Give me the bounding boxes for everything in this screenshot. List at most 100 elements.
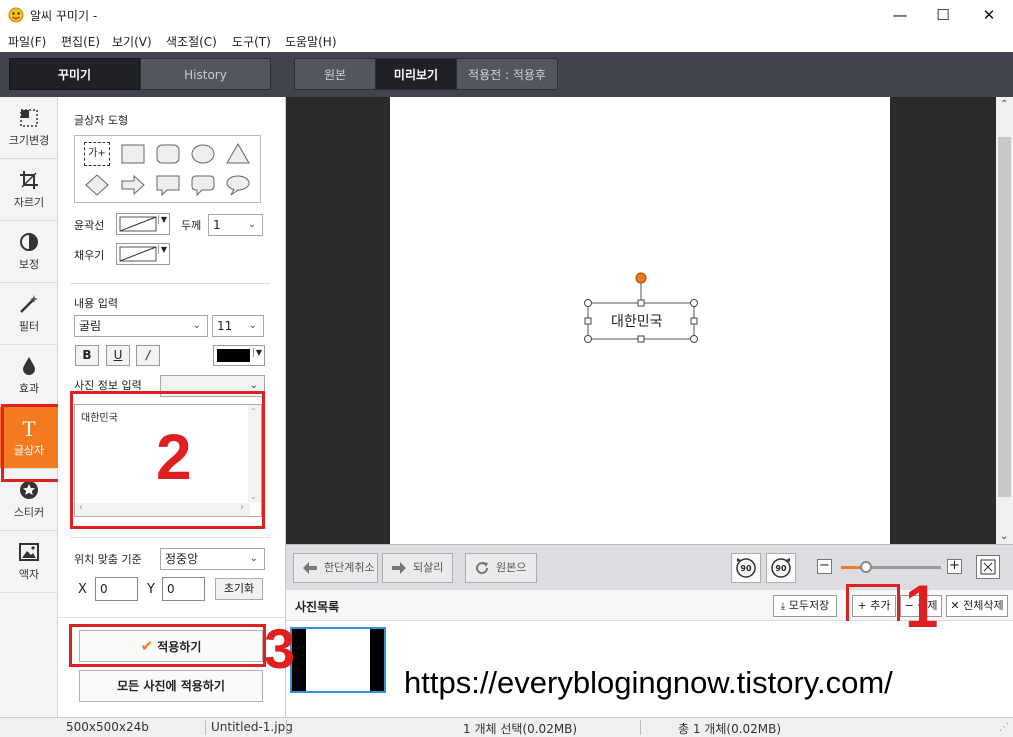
tab-decorate[interactable]: 꾸미기 — [9, 58, 140, 90]
filter-wand-icon — [20, 295, 38, 313]
tab-preview[interactable]: 미리보기 — [375, 58, 457, 90]
sidebar-item-resize[interactable]: 크기변경 — [0, 97, 58, 159]
scroll-up-icon[interactable]: ⌃ — [1000, 99, 1008, 110]
photo-list-header: 사진목록 ⤓ 모두저장 + 추가 − 삭제 ✕ 전체삭제 — [286, 590, 1013, 621]
sidebar-item-label: 자르기 — [13, 196, 45, 209]
sidebar-item-effect[interactable]: 효과 — [0, 345, 58, 407]
menu-color[interactable]: 색조절(C) — [166, 33, 217, 50]
sidebar-item-adjust[interactable]: 보정 — [0, 221, 58, 283]
shape-text-only[interactable]: 가+ — [84, 142, 110, 166]
divider — [70, 537, 270, 538]
menu-edit[interactable]: 편집(E) — [61, 33, 100, 50]
shape-rectangle-icon[interactable] — [120, 142, 146, 166]
fill-label: 채우기 — [74, 249, 105, 262]
redo-button[interactable]: 되살리기 — [382, 553, 453, 602]
align-select[interactable]: 정중앙 ⌄ — [160, 548, 265, 570]
shape-callout-rounded-icon[interactable] — [190, 173, 216, 197]
zoom-slider-handle[interactable] — [860, 561, 872, 573]
bold-button[interactable]: B — [75, 345, 99, 366]
sidebar-item-frame[interactable]: 액자 — [0, 531, 58, 593]
status-filename: Untitled-1.jpg — [211, 720, 293, 734]
x-position-input[interactable]: 0 — [95, 577, 138, 601]
left-tab-bar: 꾸미기 History — [0, 52, 286, 97]
rotate-left-button[interactable]: 90 — [731, 553, 761, 583]
delete-all-button[interactable]: ✕ 전체삭제 — [946, 595, 1008, 617]
shape-callout-oval-icon[interactable] — [225, 173, 251, 197]
shape-diamond-icon[interactable] — [84, 173, 110, 197]
italic-button[interactable]: / — [136, 345, 160, 366]
shape-arrow-icon[interactable] — [120, 173, 146, 197]
canvas-v-scrollbar[interactable]: ⌃ ⌄ — [996, 97, 1013, 544]
zoom-in-button[interactable]: + — [947, 559, 962, 574]
shape-callout-rect-icon[interactable] — [155, 173, 181, 197]
tab-before-after[interactable]: 적용전 : 적용후 — [456, 58, 558, 90]
fill-color-picker[interactable]: ▼ — [116, 243, 170, 265]
zoom-slider[interactable] — [841, 561, 941, 573]
divider — [70, 283, 270, 284]
underline-button[interactable]: U — [106, 345, 130, 366]
annotation-number-3: 3 — [264, 617, 296, 680]
svg-text:90: 90 — [740, 564, 752, 573]
sidebar-item-crop[interactable]: 자르기 — [0, 159, 58, 221]
sidebar-item-label: 크기변경 — [8, 134, 50, 147]
x-label: X — [78, 582, 87, 597]
shape-triangle-icon[interactable] — [225, 142, 251, 166]
sidebar-item-label: 효과 — [18, 382, 40, 395]
shape-ellipse-icon[interactable] — [190, 142, 216, 166]
minimize-button[interactable]: — — [885, 4, 915, 26]
image-canvas[interactable]: 대한민국 — [286, 97, 996, 544]
chevron-down-icon: ⌄ — [249, 553, 258, 564]
zoom-out-button[interactable]: − — [817, 559, 832, 574]
resize-icon — [20, 109, 38, 127]
crop-icon — [20, 171, 38, 189]
status-bar: 500x500x24b Untitled-1.jpg 1 개체 선택(0.02M… — [0, 717, 1013, 737]
photo-list: https://everyblogingnow.tistory.com/ — [286, 621, 1013, 717]
image-content: 대한민국 — [390, 97, 890, 544]
resize-grip-icon[interactable]: ⋰ — [999, 722, 1009, 733]
tab-history[interactable]: History — [140, 58, 271, 90]
text-color-picker[interactable]: ▼ — [213, 345, 265, 366]
fit-to-window-button[interactable] — [976, 555, 1000, 579]
canvas-text: 대한민국 — [611, 314, 663, 330]
window-title: 알씨 꾸미기 - — [30, 9, 98, 23]
divider — [205, 720, 206, 735]
thickness-select[interactable]: 1 ⌄ — [208, 214, 263, 236]
reset-position-button[interactable]: 초기화 — [215, 578, 263, 600]
text-color-swatch — [217, 349, 250, 362]
undo-button[interactable]: 한단계취소 — [293, 553, 378, 583]
annotation-number-1: 1 — [905, 573, 939, 640]
scroll-down-icon[interactable]: ⌄ — [1000, 531, 1008, 542]
font-select[interactable]: 굴림 ⌄ — [74, 315, 208, 337]
menu-tools[interactable]: 도구(T) — [232, 33, 271, 50]
title-bar: 알씨 꾸미기 - — ☐ ✕ — [0, 0, 1013, 30]
menu-file[interactable]: 파일(F) — [8, 33, 46, 50]
shape-rounded-rect-icon[interactable] — [155, 142, 181, 166]
sidebar-item-label: 스티커 — [13, 506, 45, 519]
close-button[interactable]: ✕ — [974, 4, 1004, 26]
dropdown-arrow-icon: ▼ — [252, 348, 262, 357]
y-position-input[interactable]: 0 — [162, 577, 205, 601]
adjust-icon — [20, 233, 38, 251]
maximize-button[interactable]: ☐ — [928, 4, 958, 26]
save-all-button[interactable]: ⤓ 모두저장 — [773, 595, 837, 617]
highlight-box-apply — [69, 624, 266, 667]
shape-section-label: 글상자 도형 — [74, 114, 129, 127]
frame-picture-icon — [19, 543, 39, 561]
refresh-icon — [476, 562, 489, 575]
sidebar-item-filter[interactable]: 필터 — [0, 283, 58, 345]
svg-text:90: 90 — [775, 564, 787, 573]
outline-label: 윤곽선 — [74, 219, 105, 232]
font-size-select[interactable]: 11 ⌄ — [212, 315, 264, 337]
rotate-right-button[interactable]: 90 — [766, 553, 796, 583]
menu-help[interactable]: 도움말(H) — [285, 33, 337, 50]
canvas-scroll-thumb[interactable] — [998, 137, 1011, 497]
tab-original[interactable]: 원본 — [294, 58, 376, 90]
sidebar-item-label: 필터 — [18, 320, 40, 333]
restore-original-button[interactable]: 원본으로 — [465, 553, 537, 602]
apply-all-button[interactable]: 모든 사진에 적용하기 — [79, 670, 263, 702]
menu-view[interactable]: 보기(V) — [112, 33, 152, 50]
photo-thumbnail[interactable] — [290, 627, 386, 693]
font-size-value: 11 — [217, 319, 233, 333]
outline-color-picker[interactable]: ▼ — [116, 213, 170, 235]
annotation-number-2: 2 — [156, 421, 192, 493]
